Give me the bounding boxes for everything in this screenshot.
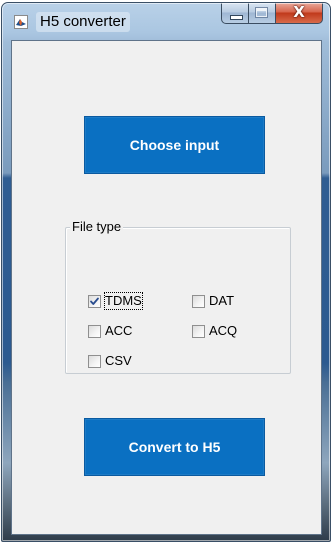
checkbox-csv-box[interactable] — [88, 354, 101, 368]
checkbox-dat-box[interactable] — [192, 294, 205, 308]
checkbox-csv-label: CSV — [105, 353, 132, 368]
maximize-icon — [255, 7, 268, 18]
minimize-icon — [230, 15, 243, 20]
checkmark-icon — [90, 297, 99, 305]
client-area: Choose input File type TDMS ACC CSV DAT … — [11, 40, 322, 535]
checkbox-dat[interactable]: DAT — [192, 292, 234, 310]
convert-to-h5-button[interactable]: Convert to H5 — [84, 418, 265, 476]
matlab-figure-icon[interactable] — [14, 15, 28, 29]
checkbox-tdms-box[interactable] — [88, 294, 101, 308]
close-icon: X — [293, 3, 305, 21]
convert-to-h5-label: Convert to H5 — [128, 439, 221, 455]
close-button[interactable]: X — [276, 3, 323, 24]
checkbox-acc-box[interactable] — [88, 324, 101, 338]
window-title: H5 converter — [36, 12, 130, 32]
minimize-button[interactable] — [221, 3, 249, 24]
app-window: H5 converter X Choose input File type TD… — [1, 2, 331, 542]
caption-buttons: X — [221, 3, 323, 24]
checkbox-acq-label: ACQ — [209, 323, 238, 338]
checkbox-csv[interactable]: CSV — [88, 352, 132, 370]
checkbox-acc[interactable]: ACC — [88, 322, 132, 340]
file-type-group: File type TDMS ACC CSV DAT ACQ — [65, 219, 291, 374]
checkbox-tdms[interactable]: TDMS — [88, 292, 143, 310]
maximize-button[interactable] — [249, 3, 276, 24]
choose-input-button[interactable]: Choose input — [84, 116, 265, 174]
title-bar[interactable]: H5 converter X — [2, 3, 330, 41]
matlab-logo-glyph — [16, 19, 26, 26]
choose-input-label: Choose input — [129, 137, 220, 153]
checkbox-acq[interactable]: ACQ — [192, 322, 237, 340]
checkbox-dat-label: DAT — [209, 293, 235, 308]
checkbox-acc-label: ACC — [105, 323, 133, 338]
checkbox-tdms-label: TDMS — [104, 292, 143, 310]
file-type-legend: File type — [70, 219, 124, 235]
checkbox-acq-box[interactable] — [192, 324, 205, 338]
